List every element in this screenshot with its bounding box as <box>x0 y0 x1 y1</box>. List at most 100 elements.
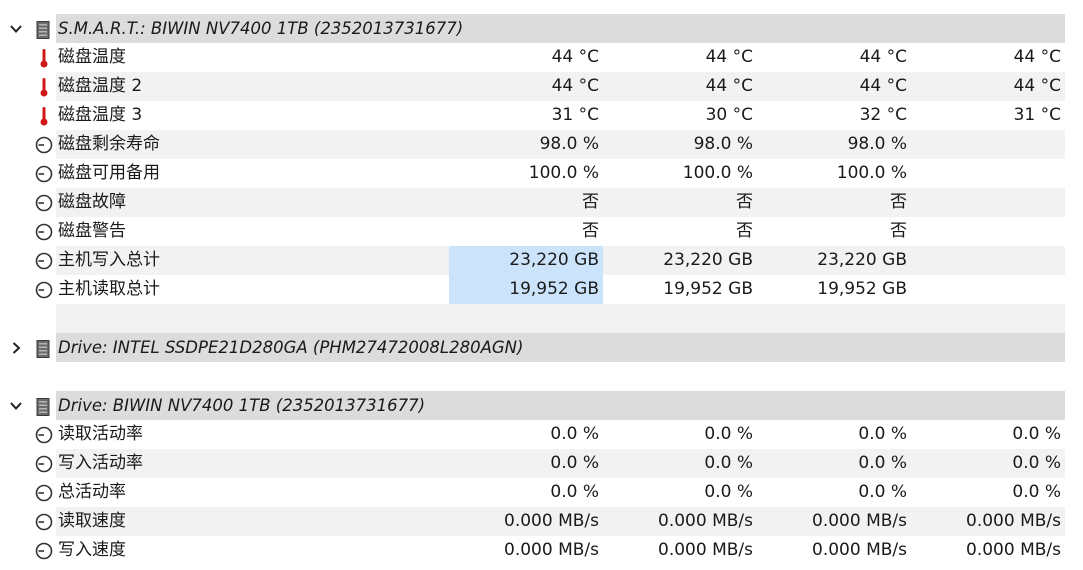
value-maximum: 否 <box>890 221 907 241</box>
section-header[interactable]: S.M.A.R.T.: BIWIN NV7400 1TB (2352013731… <box>0 14 1083 43</box>
value-average: 0.0 % <box>1012 453 1061 473</box>
sensor-row[interactable]: 写入速度 0.000 MB/s 0.000 MB/s 0.000 MB/s 0.000 … <box>0 536 1083 565</box>
spacer-background <box>56 304 1065 333</box>
value-maximum: 44 °C <box>859 76 907 96</box>
sensor-row[interactable]: 读取活动率 0.0 % 0.0 % 0.0 % 0.0 % <box>0 420 1083 449</box>
value-current: 44 °C <box>551 47 599 67</box>
value-current: 0.000 MB/s <box>504 511 599 531</box>
sensor-row[interactable]: 磁盘温度 3 31 °C 30 °C 32 °C 31 °C <box>0 101 1083 130</box>
value-minimum: 否 <box>736 221 753 241</box>
value-maximum: 32 °C <box>859 105 907 125</box>
value-minimum: 否 <box>736 192 753 212</box>
value-current: 44 °C <box>551 76 599 96</box>
value-average: 0.000 MB/s <box>966 540 1061 560</box>
section-title: Drive: BIWIN NV7400 1TB (2352013731677) <box>58 396 426 415</box>
sensor-label: 主机写入总计 <box>58 250 160 270</box>
value-minimum: 100.0 % <box>682 163 753 183</box>
sensor-row[interactable]: 磁盘警告 否 否 否 <box>0 217 1083 246</box>
sensor-label: 读取活动率 <box>58 424 143 444</box>
value-minimum: 30 °C <box>705 105 753 125</box>
section-title: Drive: INTEL SSDPE21D280GA (PHM27472008L… <box>58 338 524 357</box>
value-maximum: 0.0 % <box>858 453 907 473</box>
value-minimum: 44 °C <box>705 47 753 67</box>
value-current: 19,952 GB <box>449 275 603 304</box>
clock-icon <box>34 279 54 299</box>
drive-icon <box>36 20 50 39</box>
sensor-row[interactable]: 写入活动率 0.0 % 0.0 % 0.0 % 0.0 % <box>0 449 1083 478</box>
value-maximum: 100.0 % <box>836 163 907 183</box>
value-average: 0.0 % <box>1012 424 1061 444</box>
sensor-label: 磁盘温度 2 <box>58 76 143 96</box>
value-average: 31 °C <box>1013 105 1061 125</box>
value-current: 23,220 GB <box>449 246 603 275</box>
thermometer-icon <box>34 105 54 126</box>
clock-icon <box>34 192 54 212</box>
sensor-label: 读取速度 <box>58 511 126 531</box>
value-current: 0.0 % <box>550 453 599 473</box>
sensor-label: 磁盘剩余寿命 <box>58 134 160 154</box>
sensor-row[interactable]: 磁盘剩余寿命 98.0 % 98.0 % 98.0 % <box>0 130 1083 159</box>
clock-icon <box>34 482 54 502</box>
value-minimum: 0.0 % <box>704 424 753 444</box>
clock-icon <box>34 134 54 154</box>
value-maximum: 0.0 % <box>858 424 907 444</box>
sensor-label: 磁盘温度 <box>58 47 126 67</box>
value-current: 否 <box>582 192 599 212</box>
value-minimum: 98.0 % <box>693 134 753 154</box>
spacer-row <box>0 362 1083 391</box>
value-average: 0.000 MB/s <box>966 511 1061 531</box>
sensor-row[interactable]: 磁盘温度 2 44 °C 44 °C 44 °C 44 °C <box>0 72 1083 101</box>
clock-icon <box>34 163 54 183</box>
drive-icon <box>36 339 50 358</box>
sensor-row[interactable]: 磁盘温度 44 °C 44 °C 44 °C 44 °C <box>0 43 1083 72</box>
clock-icon <box>34 424 54 444</box>
sensor-label: 磁盘警告 <box>58 221 126 241</box>
value-minimum: 0.0 % <box>704 453 753 473</box>
value-current: 98.0 % <box>539 134 599 154</box>
value-maximum: 0.0 % <box>858 482 907 502</box>
value-minimum: 23,220 GB <box>663 250 753 270</box>
spacer-background <box>56 362 1065 391</box>
value-minimum: 0.000 MB/s <box>658 540 753 560</box>
sensor-row[interactable]: 磁盘故障 否 否 否 <box>0 188 1083 217</box>
chevron-down-icon[interactable] <box>6 391 26 420</box>
value-maximum: 19,952 GB <box>817 279 907 299</box>
sensor-row[interactable]: 磁盘可用备用 100.0 % 100.0 % 100.0 % <box>0 159 1083 188</box>
clock-icon <box>34 250 54 270</box>
sensor-label: 写入速度 <box>58 540 126 560</box>
section-header[interactable]: Drive: INTEL SSDPE21D280GA (PHM27472008L… <box>0 333 1083 362</box>
chevron-down-icon[interactable] <box>6 14 26 43</box>
value-minimum: 0.0 % <box>704 482 753 502</box>
clock-icon <box>34 540 54 560</box>
value-maximum: 98.0 % <box>847 134 907 154</box>
value-maximum: 0.000 MB/s <box>812 540 907 560</box>
value-average: 44 °C <box>1013 76 1061 96</box>
drive-icon <box>36 397 50 416</box>
sensor-row[interactable]: 总活动率 0.0 % 0.0 % 0.0 % 0.0 % <box>0 478 1083 507</box>
value-maximum: 否 <box>890 192 907 212</box>
sensor-label: 写入活动率 <box>58 453 143 473</box>
section-title: S.M.A.R.T.: BIWIN NV7400 1TB (2352013731… <box>58 19 464 38</box>
value-current: 0.0 % <box>550 482 599 502</box>
sensor-label: 磁盘可用备用 <box>58 163 160 183</box>
sensor-row[interactable]: 主机写入总计 23,220 GB 23,220 GB 23,220 GB <box>0 246 1083 275</box>
value-maximum: 23,220 GB <box>817 250 907 270</box>
value-current: 100.0 % <box>528 163 599 183</box>
sensor-label: 主机读取总计 <box>58 279 160 299</box>
value-current: 否 <box>582 221 599 241</box>
value-maximum: 44 °C <box>859 47 907 67</box>
value-current: 0.000 MB/s <box>504 540 599 560</box>
chevron-right-icon[interactable] <box>6 333 26 362</box>
value-average: 44 °C <box>1013 47 1061 67</box>
value-current: 31 °C <box>551 105 599 125</box>
value-maximum: 0.000 MB/s <box>812 511 907 531</box>
sensor-row[interactable]: 读取速度 0.000 MB/s 0.000 MB/s 0.000 MB/s 0.000 … <box>0 507 1083 536</box>
value-average: 0.0 % <box>1012 482 1061 502</box>
sensor-label: 磁盘故障 <box>58 192 126 212</box>
sensor-row[interactable]: 主机读取总计 19,952 GB 19,952 GB 19,952 GB <box>0 275 1083 304</box>
spacer-row <box>0 304 1083 333</box>
thermometer-icon <box>34 76 54 97</box>
sensor-label: 总活动率 <box>58 482 126 502</box>
section-header[interactable]: Drive: BIWIN NV7400 1TB (2352013731677) <box>0 391 1083 420</box>
value-minimum: 19,952 GB <box>663 279 753 299</box>
